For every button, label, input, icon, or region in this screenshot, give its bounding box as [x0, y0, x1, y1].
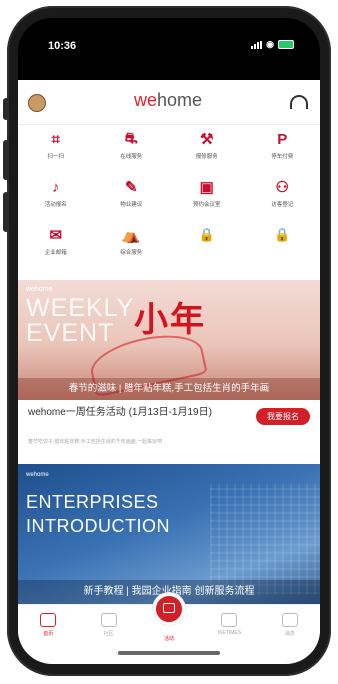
scan-icon: ⌗	[51, 130, 60, 148]
grid-item-label: 物业建议	[120, 202, 143, 208]
event-title: wehome一周任务活动 (1月13日-1月19日)	[28, 407, 212, 418]
grid-item[interactable]: ⌗ 扫一扫	[18, 130, 94, 170]
tab-wallet[interactable]: 活动	[139, 593, 199, 651]
grid-icon	[100, 613, 117, 627]
weekly-event-banner[interactable]: wehome WEEKLY EVENT 小年 春节的滋味 | 腊年贴年糕,手工包…	[18, 280, 320, 400]
grid-item-label: 在线服务	[120, 154, 143, 160]
grid-item[interactable]: 🔒	[245, 226, 321, 266]
music-icon: ♪	[52, 178, 60, 196]
phone-side-button	[3, 192, 9, 232]
banner-title-cn: 小年	[134, 300, 206, 340]
tools-icon: ⚒	[200, 131, 214, 148]
status-icons: ◉	[251, 39, 294, 50]
notch	[90, 18, 250, 44]
booking-icon: ▣	[199, 179, 214, 196]
grid-item[interactable]: ⛐ 在线服务	[94, 130, 170, 170]
tab-label: 活动	[164, 636, 175, 642]
banner-caption: 春节的滋味 | 腊年贴年糕,手工包括生肖的手年画	[18, 378, 320, 400]
grid-item[interactable]: ⚒ 报修服务	[169, 130, 245, 170]
signal-icon	[251, 40, 263, 49]
grid-item-label: 活动报名	[44, 202, 67, 208]
lock-icon: 🔒	[274, 227, 291, 242]
grid-item-label: 综合服务	[120, 250, 143, 256]
banner-title: ENTERPRISES INTRODUCTION	[26, 490, 170, 538]
grid-item[interactable]: 🔒	[169, 226, 245, 266]
tab-bar: 首页 社区活动 WETIMES 消息	[18, 593, 320, 651]
banner-brand: wehome	[26, 472, 49, 478]
tab-grid[interactable]: 社区	[78, 605, 138, 651]
lock-icon: 🔒	[198, 227, 215, 242]
banner-title-line: INTRODUCTION	[26, 516, 170, 536]
phone-side-button	[3, 140, 9, 180]
banner-title: WEEKLY EVENT	[26, 294, 134, 347]
app-header: wehome	[18, 80, 320, 125]
battery-icon	[278, 40, 294, 49]
home-icon	[40, 613, 57, 627]
tab-wetimes[interactable]: WETIMES	[199, 605, 259, 651]
home-indicator	[118, 651, 220, 655]
tab-home[interactable]: 首页	[18, 605, 78, 651]
enterprise-banner[interactable]: wehome ENTERPRISES INTRODUCTION 新手教程 | 我…	[18, 464, 320, 604]
register-button[interactable]: 我要报名	[256, 408, 310, 425]
wifi-icon: ◉	[266, 39, 274, 49]
banner-brand: wehome	[26, 286, 53, 293]
grid-item[interactable]: ▣ 预约会议室	[169, 178, 245, 218]
tab-label: 消息	[284, 631, 295, 637]
tab-label: 首页	[43, 631, 54, 637]
grid-item-label: 停车付费	[271, 154, 294, 160]
service-grid: ⌗ 扫一扫 ⛐ 在线服务 ⚒ 报修服务 P 停车付费 ♪ 活动报名 ✎ 物业建议 ▣ 预约会议室 ⚇ 访客登记…	[18, 130, 320, 266]
phone-side-button	[3, 98, 9, 120]
grid-item-label: 企业邮箱	[44, 250, 67, 256]
grid-item[interactable]: ✉ 企业邮箱	[18, 226, 94, 266]
banner-title-line: ENTERPRISES	[26, 492, 159, 512]
status-time: 10:36	[48, 40, 77, 52]
shop-icon: ⛺	[121, 227, 141, 244]
grid-item-label: 预约会议室	[192, 202, 221, 208]
visitor-icon: ⚇	[275, 179, 289, 196]
tab-label: WETIMES	[217, 630, 242, 636]
tab-label: 社区	[103, 631, 114, 637]
grid-item-label: 报修服务	[195, 154, 218, 160]
mail-icon: ✉	[49, 227, 63, 244]
tab-bell[interactable]: 消息	[260, 605, 320, 651]
grid-item[interactable]: P 停车付费	[245, 130, 321, 170]
bank-icon: ⛐	[124, 129, 138, 147]
grid-item-label: 访客登记	[271, 202, 294, 208]
wetimes-icon	[221, 613, 238, 627]
grid-item-label: 扫一扫	[47, 154, 64, 160]
parking-icon: P	[277, 130, 288, 148]
headset-icon[interactable]	[290, 95, 308, 109]
wallet-icon[interactable]	[153, 593, 186, 625]
edit-icon: ✎	[124, 179, 138, 196]
app-logo: wehome	[133, 90, 203, 110]
app-content: wehome ⌗ 扫一扫 ⛐ 在线服务 ⚒ 报修服务 P 停车付费 ♪ 活动报名 ✎ 物业建议 ▣ 预约会…	[18, 80, 320, 664]
building-graphic	[210, 484, 320, 594]
bell-icon	[281, 613, 298, 627]
grid-item[interactable]: ♪ 活动报名	[18, 178, 94, 218]
avatar[interactable]	[28, 94, 46, 112]
grid-item[interactable]: ⛺ 综合服务	[94, 226, 170, 266]
phone-screen: 10:36 ◉ wehome ⌗ 扫一扫 ⛐ 在线服务 ⚒ 报修服务 P 停车付费 ♪ 活动报名 ✎…	[18, 18, 320, 664]
event-card[interactable]: wehome一周任务活动 (1月13日-1月19日) 春节吃饺子,腊年贴年糕,手…	[18, 400, 320, 456]
grid-item[interactable]: ✎ 物业建议	[94, 178, 170, 218]
event-subtitle: 春节吃饺子,腊年贴年糕,手工包括生肖的千年画面,一起来玩吧	[28, 439, 163, 445]
grid-item[interactable]: ⚇ 访客登记	[245, 178, 321, 218]
